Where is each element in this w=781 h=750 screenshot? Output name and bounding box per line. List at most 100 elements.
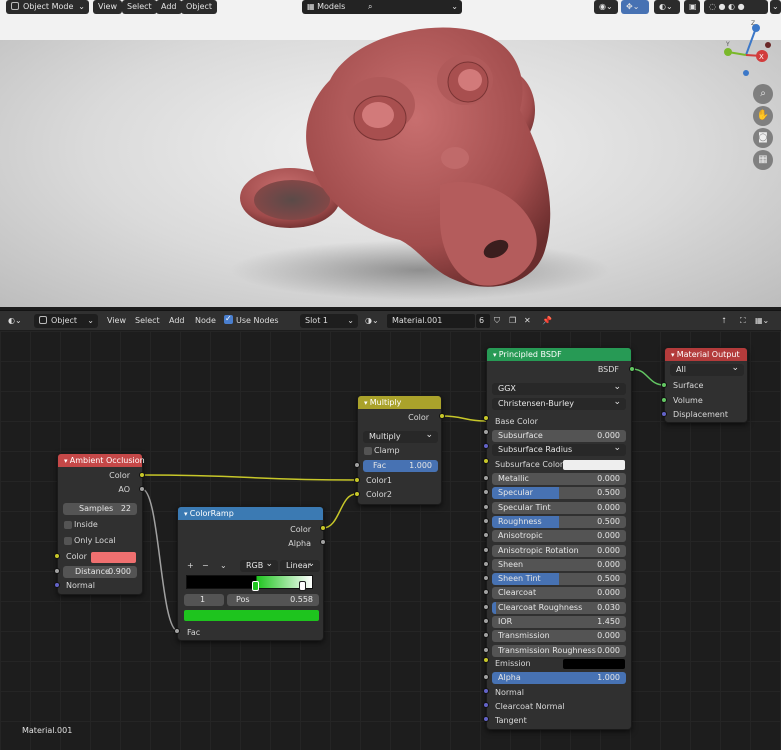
node-title[interactable]: ColorRamp <box>178 507 323 520</box>
snapping-options-icon[interactable]: ▦⌄ <box>755 314 769 328</box>
material-name-field[interactable]: Material.001 <box>387 314 475 328</box>
surface-input-socket[interactable] <box>661 382 667 388</box>
unlink-material-icon[interactable]: ✕ <box>524 314 531 328</box>
add-stop-button[interactable]: + <box>187 560 194 572</box>
shader-type-dropdown[interactable]: Object ⌄ <box>34 314 98 328</box>
duplicate-material-icon[interactable]: ❐ <box>509 314 516 328</box>
bsdf-param-slider[interactable]: IOR 1.450 <box>492 616 626 628</box>
stop-color-swatch[interactable] <box>184 610 319 621</box>
ramp-alpha-output-socket[interactable] <box>320 539 326 545</box>
select-menu[interactable]: Select <box>122 0 157 14</box>
multiply-mix-node[interactable]: Multiply Color Multiply Clamp Fac1.000 C… <box>357 395 442 505</box>
object-mode-dropdown[interactable]: Object Mode ⌄ <box>6 0 89 14</box>
remove-stop-button[interactable]: − <box>202 560 209 572</box>
hand-icon[interactable]: ✋ <box>753 106 773 126</box>
view-menu[interactable]: View <box>107 314 126 328</box>
ao-color-input-socket[interactable] <box>54 553 60 559</box>
multiply-fac-input-socket[interactable] <box>354 462 360 468</box>
bsdf-param-input-socket[interactable] <box>483 603 489 610</box>
ramp-stop-handle-1[interactable] <box>252 581 259 591</box>
camera-icon[interactable]: ◙ <box>753 128 773 148</box>
inside-checkbox[interactable] <box>64 521 72 529</box>
base-color-input-socket[interactable] <box>483 415 489 421</box>
fac-slider[interactable]: Fac 1.000 <box>363 460 438 472</box>
ambient-occlusion-node[interactable]: Ambient Occlusion Color AO Samples22 Ins… <box>57 453 145 595</box>
bsdf-param-slider[interactable]: Metallic 0.000 <box>492 473 626 485</box>
bsdf-output-socket[interactable] <box>629 366 635 372</box>
subsurface-radius-dropdown[interactable]: Subsurface Radius <box>492 444 626 456</box>
node-menu[interactable]: Node <box>195 314 216 328</box>
bsdf-param-slider[interactable]: Clearcoat Roughness 0.030 <box>492 601 626 614</box>
select-menu[interactable]: Select <box>135 314 160 328</box>
material-output-node[interactable]: Material Output All Surface Volume Displ… <box>664 347 748 423</box>
subsurface-method-dropdown[interactable]: Christensen-Burley <box>492 398 626 410</box>
target-dropdown[interactable]: All <box>670 364 744 376</box>
stop-index-field[interactable]: 1 <box>184 594 224 606</box>
y-axis-handle[interactable] <box>724 48 732 56</box>
shading-modes[interactable]: ◌ ● ◐ ● <box>704 0 768 14</box>
bsdf-param-slider[interactable]: Sheen Tint 0.500 <box>492 573 626 586</box>
multiply-color-output-socket[interactable] <box>439 413 445 419</box>
multiply-color2-input-socket[interactable] <box>354 491 360 497</box>
material-browse-button[interactable]: ◑⌄ <box>365 314 379 328</box>
grid-icon[interactable]: ▦ <box>753 150 773 170</box>
bsdf-param-input-socket[interactable] <box>483 546 489 553</box>
bsdf-param-input-socket[interactable] <box>483 618 489 624</box>
material-users-count[interactable]: 6 <box>476 314 490 328</box>
alpha-slider[interactable]: Alpha 1.000 <box>492 672 626 684</box>
bsdf-param-slider[interactable]: Specular 0.500 <box>492 487 626 500</box>
tangent-input-socket[interactable] <box>483 716 489 722</box>
bsdf-param-slider[interactable]: Sheen 0.000 <box>492 558 626 571</box>
xray-toggle[interactable]: ▣ <box>684 0 700 14</box>
emission-color-swatch[interactable] <box>563 659 625 669</box>
suzanne-monkey-mesh[interactable] <box>0 0 781 307</box>
add-menu[interactable]: Add <box>169 314 185 328</box>
fake-user-icon[interactable]: ⛉ <box>494 314 500 328</box>
stop-position-field[interactable]: Pos 0.558 <box>227 594 319 606</box>
distribution-dropdown[interactable]: GGX <box>492 383 626 395</box>
node-title[interactable]: Material Output <box>665 348 747 361</box>
object-menu[interactable]: Object <box>181 0 218 14</box>
normal-input-socket[interactable] <box>483 688 489 694</box>
bsdf-param-slider[interactable]: Specular Tint 0.000 <box>492 501 626 514</box>
ao-color-output-socket[interactable] <box>139 472 145 478</box>
magnify-icon[interactable]: ⌕ <box>753 84 773 104</box>
overlays-toggle[interactable]: ◐⌄ <box>654 0 680 14</box>
clearcoat-normal-input-socket[interactable] <box>483 702 489 708</box>
bsdf-param-input-socket[interactable] <box>483 475 489 481</box>
bsdf-param-input-socket[interactable] <box>483 503 489 510</box>
editor-type-icon[interactable]: ◐⌄ <box>8 314 22 328</box>
blend-type-dropdown[interactable]: Multiply <box>363 431 438 443</box>
bsdf-param-slider[interactable]: Anisotropic 0.000 <box>492 530 626 543</box>
3d-viewport[interactable]: Object Mode ⌄ View Select Add Object ▦ M… <box>0 0 781 307</box>
bsdf-param-input-socket[interactable] <box>483 646 489 653</box>
emission-input-socket[interactable] <box>483 657 489 663</box>
multiply-color1-input-socket[interactable] <box>354 477 360 483</box>
subsurface-input-socket[interactable] <box>483 429 489 435</box>
alpha-input-socket[interactable] <box>483 674 489 680</box>
slot-dropdown[interactable]: Slot 1 ⌄ <box>300 314 358 328</box>
use-nodes-checkbox[interactable]: Use Nodes <box>224 312 279 328</box>
bsdf-param-slider[interactable]: Anisotropic Rotation 0.000 <box>492 544 626 557</box>
interpolation-dropdown[interactable]: Linear <box>280 560 320 572</box>
principled-bsdf-node[interactable]: Principled BSDF BSDF GGX Christensen-Bur… <box>486 347 632 730</box>
color-ramp-gradient[interactable] <box>186 575 313 589</box>
bsdf-param-slider[interactable]: Clearcoat 0.000 <box>492 587 626 600</box>
view-object-types-button[interactable]: ◉⌄ <box>594 0 618 14</box>
ao-output-socket[interactable] <box>139 486 145 492</box>
ramp-color-output-socket[interactable] <box>320 525 326 531</box>
ramp-menu-button[interactable]: ⌄ <box>220 560 227 572</box>
bsdf-param-slider[interactable]: Transmission 0.000 <box>492 630 626 643</box>
only-local-checkbox[interactable] <box>64 537 72 545</box>
bsdf-param-slider[interactable]: Transmission Roughness 0.000 <box>492 644 626 657</box>
snapping-toggle-icon[interactable]: ⛶ <box>740 314 746 328</box>
collection-selector[interactable]: ▦ Models ⌕ ⌄ <box>302 0 462 14</box>
color-mode-dropdown[interactable]: RGB <box>240 560 278 572</box>
volume-input-socket[interactable] <box>661 397 667 403</box>
navigation-gizmo[interactable]: Y X Z <box>718 20 778 80</box>
bsdf-param-slider[interactable]: Roughness 0.500 <box>492 515 626 528</box>
ramp-fac-input-socket[interactable] <box>174 628 180 634</box>
add-menu[interactable]: Add <box>156 0 182 14</box>
node-title[interactable]: Ambient Occlusion <box>58 454 145 467</box>
ao-normal-input-socket[interactable] <box>54 582 60 588</box>
